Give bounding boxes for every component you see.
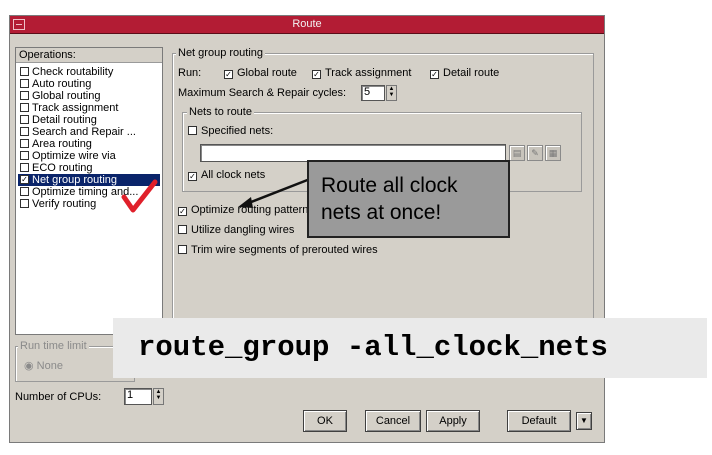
checkbox-icon[interactable] (20, 163, 29, 172)
operation-label: Verify routing (32, 198, 97, 210)
command-banner: route_group -all_clock_nets (113, 318, 707, 378)
default-button[interactable]: Default (507, 410, 571, 432)
checkmark-icon: ✓ (188, 172, 197, 181)
checkbox-icon[interactable] (20, 67, 29, 76)
specified-nets-checkbox[interactable]: Specified nets: (188, 125, 273, 138)
checkmark-icon: ✓ (224, 70, 233, 79)
edit-nets-icon[interactable]: ✎ (527, 145, 543, 161)
run-label: Run: (178, 67, 202, 79)
title-bar[interactable]: Route (10, 16, 604, 34)
run-time-none-radio[interactable]: ◉ None (24, 360, 63, 373)
operation-label: Track assignment (32, 102, 119, 114)
net-group-routing-title: Net group routing (176, 47, 265, 59)
track-assignment-checkbox[interactable]: ✓ Track assignment (312, 67, 411, 80)
checkmark-icon[interactable]: ✓ (20, 175, 29, 184)
callout-line-1: Route all clock (321, 174, 458, 197)
operation-label: Area routing (32, 138, 92, 150)
operation-label: Detail routing (32, 114, 97, 126)
operation-item[interactable]: Optimize wire via (18, 150, 160, 162)
red-checkmark-icon (121, 179, 158, 213)
run-time-none-label: None (36, 360, 63, 372)
ok-button[interactable]: OK (303, 410, 347, 432)
checkbox-icon (178, 245, 187, 254)
callout-line-2: nets at once! (321, 201, 442, 224)
track-assignment-label: Track assignment (325, 67, 412, 79)
checkmark-icon: ✓ (430, 70, 439, 79)
operations-header: Operations: (16, 48, 162, 63)
operation-label: Check routability (32, 66, 114, 78)
trim-wire-label: Trim wire segments of prerouted wires (191, 244, 378, 256)
operation-label: ECO routing (32, 162, 93, 174)
operation-label: Search and Repair ... (32, 126, 136, 138)
detail-route-checkbox[interactable]: ✓ Detail route (430, 67, 499, 80)
cpus-stepper[interactable]: ▲ ▼ (153, 388, 164, 405)
detail-route-label: Detail route (443, 67, 500, 79)
operation-item[interactable]: Global routing (18, 90, 160, 102)
checkmark-icon: ✓ (312, 70, 321, 79)
operation-item[interactable]: ECO routing (18, 162, 160, 174)
browse-nets-icon[interactable]: ▤ (509, 145, 525, 161)
radio-icon: ◉ (24, 360, 37, 372)
run-time-title: Run time limit (18, 340, 89, 352)
utilize-dangling-label: Utilize dangling wires (191, 224, 295, 236)
checkbox-icon[interactable] (20, 91, 29, 100)
cpus-label: Number of CPUs: (15, 391, 102, 403)
global-route-label: Global route (237, 67, 297, 79)
operation-label: Global routing (32, 90, 101, 102)
checkbox-icon[interactable] (20, 199, 29, 208)
operation-item[interactable]: Check routability (18, 66, 160, 78)
specified-nets-label: Specified nets: (201, 125, 274, 137)
operation-item[interactable]: Auto routing (18, 78, 160, 90)
operation-item[interactable]: Detail routing (18, 114, 160, 126)
cancel-button[interactable]: Cancel (365, 410, 421, 432)
checkbox-icon[interactable] (20, 103, 29, 112)
select-nets-icon[interactable]: ▦ (545, 145, 561, 161)
checkbox-icon[interactable] (20, 187, 29, 196)
operation-item[interactable]: Track assignment (18, 102, 160, 114)
cpus-input[interactable]: 1 (124, 388, 152, 405)
checkbox-icon (178, 225, 187, 234)
trim-wire-checkbox[interactable]: Trim wire segments of prerouted wires (178, 244, 378, 257)
callout-arrow (238, 177, 311, 208)
operation-item[interactable]: Area routing (18, 138, 160, 150)
checkbox-icon[interactable] (20, 79, 29, 88)
apply-button[interactable]: Apply (426, 410, 480, 432)
max-cycles-input[interactable]: 5 (361, 85, 385, 101)
window-title: Route (292, 18, 322, 30)
checkbox-icon[interactable] (20, 139, 29, 148)
checkbox-icon[interactable] (20, 115, 29, 124)
checkbox-icon (188, 126, 197, 135)
global-route-checkbox[interactable]: ✓ Global route (224, 67, 297, 80)
callout-box: Route all clock nets at once! (307, 160, 510, 238)
max-cycles-label: Maximum Search & Repair cycles: (178, 87, 347, 99)
utilize-dangling-checkbox[interactable]: Utilize dangling wires (178, 224, 294, 237)
operation-label: Net group routing (32, 174, 117, 186)
operation-label: Optimize wire via (32, 150, 116, 162)
checkmark-icon: ✓ (178, 207, 187, 216)
max-cycles-stepper[interactable]: ▲ ▼ (386, 85, 397, 101)
operation-label: Auto routing (32, 78, 92, 90)
operation-item[interactable]: Search and Repair ... (18, 126, 160, 138)
default-dropdown-chevron-icon[interactable]: ▼ (576, 412, 592, 430)
checkbox-icon[interactable] (20, 151, 29, 160)
nets-to-route-title: Nets to route (187, 106, 254, 118)
checkbox-icon[interactable] (20, 127, 29, 136)
